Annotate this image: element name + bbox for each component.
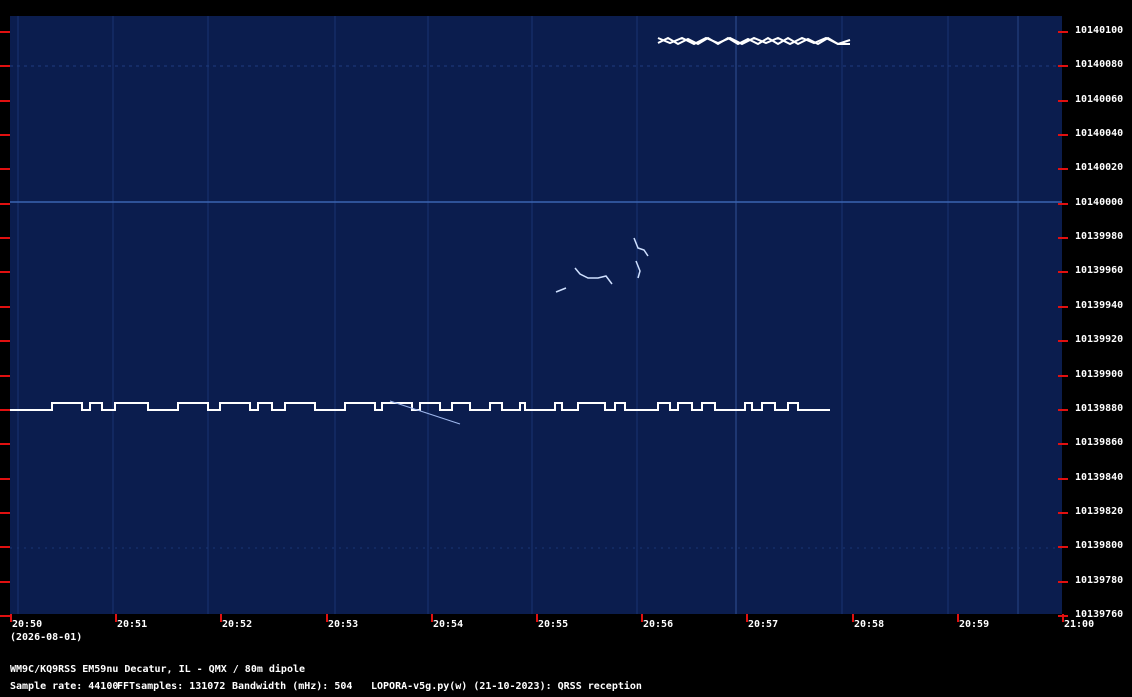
waterfall-plot [10, 16, 1062, 614]
y-tick-left [0, 546, 10, 548]
y-tick-right [1058, 203, 1068, 205]
x-tick-label: 20:57 [748, 619, 779, 630]
y-tick-left [0, 478, 10, 480]
y-tick-right [1058, 271, 1068, 273]
y-tick-right [1058, 375, 1068, 377]
y-tick-right [1058, 168, 1068, 170]
y-tick-right [1058, 237, 1068, 239]
x-tick-label: 20:51 [117, 619, 148, 630]
y-tick-left [0, 375, 10, 377]
y-tick-label: 10139920 [1075, 334, 1124, 345]
y-tick-right [1058, 443, 1068, 445]
y-tick-right [1058, 100, 1068, 102]
y-tick-label: 10139800 [1075, 540, 1124, 551]
x-tick-label: 20:50 [12, 619, 43, 630]
y-tick-label: 10139880 [1075, 403, 1124, 414]
y-tick-right [1058, 581, 1068, 583]
y-tick-left [0, 340, 10, 342]
y-tick-left [0, 271, 10, 273]
y-tick-right [1058, 340, 1068, 342]
y-tick-right [1058, 546, 1068, 548]
y-tick-label: 10139860 [1075, 437, 1124, 448]
y-tick-label: 10139780 [1075, 575, 1124, 586]
y-tick-left [0, 443, 10, 445]
scatter-signal [555, 237, 649, 293]
y-tick-label: 10139940 [1075, 300, 1124, 311]
y-tick-label: 10139840 [1075, 472, 1124, 483]
y-tick-left [0, 409, 10, 411]
y-tick-label: 10139900 [1075, 369, 1124, 380]
qrss-signal-trace [10, 402, 830, 411]
y-tick-label: 10140080 [1075, 59, 1124, 70]
y-tick-right [1058, 409, 1068, 411]
sample-rate: Sample rate: 44100 [10, 681, 119, 692]
waterfall-canvas [10, 16, 1062, 614]
y-tick-label: 10139980 [1075, 231, 1124, 242]
software-label: LOPORA-v5g.py(w) (21-10-2023): QRSS rece… [371, 681, 642, 692]
y-tick-left [0, 615, 10, 617]
y-tick-label: 10139960 [1075, 265, 1124, 276]
top-signal-band [657, 36, 851, 46]
fft-samples: FFTsamples: 131072 [117, 681, 226, 692]
x-tick-label: 20:59 [959, 619, 990, 630]
y-tick-left [0, 581, 10, 583]
x-tick-label: 20:52 [222, 619, 253, 630]
y-tick-left [0, 512, 10, 514]
y-tick-right [1058, 306, 1068, 308]
y-tick-right [1058, 31, 1068, 33]
y-tick-left [0, 134, 10, 136]
x-tick-label: 20:56 [643, 619, 674, 630]
y-tick-label: 10140100 [1075, 25, 1124, 36]
y-tick-label: 10140020 [1075, 162, 1124, 173]
x-tick-label: 21:00 [1064, 619, 1095, 630]
date-label: (2026-08-01) [10, 632, 83, 643]
y-tick-left [0, 65, 10, 67]
y-tick-left [0, 100, 10, 102]
y-tick-label: 10140060 [1075, 94, 1124, 105]
station-line: WM9C/KQ9RSS EM59nu Decatur, IL - QMX / 8… [10, 664, 306, 675]
y-tick-left [0, 31, 10, 33]
y-tick-left [0, 168, 10, 170]
x-tick-label: 20:58 [854, 619, 885, 630]
y-tick-right [1058, 512, 1068, 514]
y-tick-label: 10139820 [1075, 506, 1124, 517]
y-tick-right [1058, 478, 1068, 480]
y-tick-left [0, 237, 10, 239]
y-tick-label: 10140000 [1075, 197, 1124, 208]
x-tick-label: 20:55 [538, 619, 569, 630]
bandwidth: Bandwidth (mHz): 504 [232, 681, 353, 692]
y-tick-label: 10140040 [1075, 128, 1124, 139]
y-tick-left [0, 306, 10, 308]
x-tick-label: 20:54 [433, 619, 464, 630]
x-tick-label: 20:53 [328, 619, 359, 630]
y-tick-right [1058, 65, 1068, 67]
y-tick-left [0, 203, 10, 205]
y-tick-right [1058, 134, 1068, 136]
